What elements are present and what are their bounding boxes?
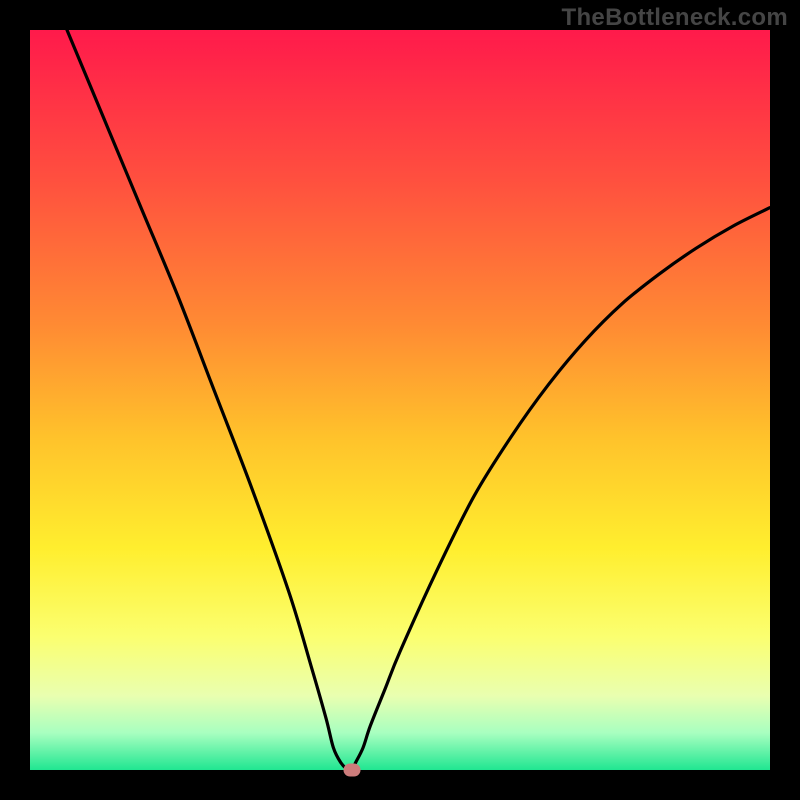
- curve-layer: [30, 30, 770, 770]
- bottleneck-curve: [67, 30, 770, 770]
- minimum-marker: [343, 764, 360, 777]
- plot-area: [30, 30, 770, 770]
- watermark-text: TheBottleneck.com: [562, 4, 788, 32]
- chart-frame: TheBottleneck.com: [0, 0, 800, 800]
